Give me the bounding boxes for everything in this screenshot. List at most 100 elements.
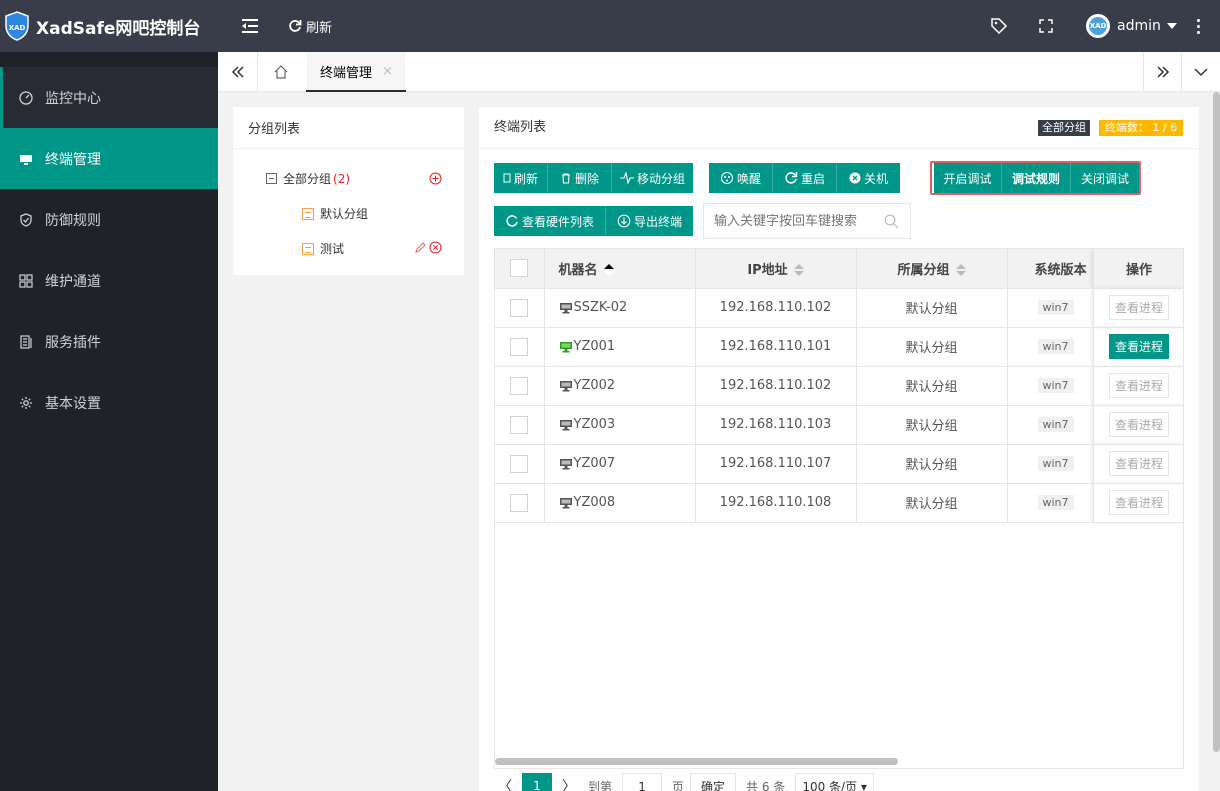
tag-icon[interactable] xyxy=(990,17,1008,35)
table-row[interactable]: YZ008 192.168.110.108 默认分组 win7 查看进程 xyxy=(495,483,1183,523)
cell-ip: 192.168.110.102 xyxy=(695,366,857,406)
shutdown-button[interactable]: 关机 xyxy=(837,163,900,193)
cell-ip: 192.168.110.107 xyxy=(695,444,857,484)
search-input[interactable] xyxy=(714,213,884,229)
double-chevron-right-icon xyxy=(1156,66,1169,78)
next-page-button[interactable]: 〉 xyxy=(558,776,580,791)
tree-node-default[interactable]: 默认分组 xyxy=(302,205,368,222)
horizontal-scrollbar[interactable] xyxy=(495,758,898,765)
restart-icon xyxy=(785,172,798,184)
terminal-table: 机器名 IP地址 所属分组 系统版本 操作 SSZK-02 192.168.110… xyxy=(494,248,1184,769)
search-icon[interactable] xyxy=(884,214,899,229)
more-vertical-icon[interactable] xyxy=(1197,19,1201,35)
tabs-scroll-left-button[interactable] xyxy=(218,52,258,92)
wake-button[interactable]: 唤醒 xyxy=(709,163,773,193)
cell-ip: 192.168.110.103 xyxy=(695,405,857,445)
cell-os: win7 xyxy=(1007,288,1094,328)
delete-button[interactable]: 删除 xyxy=(548,163,612,193)
prev-page-button[interactable]: 〈 xyxy=(494,776,516,791)
cell-group: 默认分组 xyxy=(856,483,1008,523)
tab-terminal-management[interactable]: 终端管理 × xyxy=(306,52,406,92)
close-icon[interactable]: × xyxy=(382,64,393,79)
view-process-button[interactable]: 查看进程 xyxy=(1108,451,1169,476)
cell-ip: 192.168.110.101 xyxy=(695,327,857,367)
enable-debug-button[interactable]: 开启调试 xyxy=(934,163,1002,193)
col-header-name[interactable]: 机器名 xyxy=(544,249,696,289)
sidebar: 监控中心 终端管理 防御规则 维护通道 服务插件 基本设置 xyxy=(0,52,218,791)
app-title: XadSafe网吧控制台 xyxy=(36,18,201,39)
cell-os: win7 xyxy=(1007,327,1094,367)
row-checkbox[interactable] xyxy=(510,493,529,512)
home-tab[interactable] xyxy=(261,52,301,92)
sidebar-item-terminal[interactable]: 终端管理 xyxy=(0,128,218,189)
row-checkbox[interactable] xyxy=(510,376,529,395)
tabs-menu-button[interactable] xyxy=(1181,52,1220,92)
cell-name: YZ007 xyxy=(544,444,696,484)
table-row[interactable]: YZ002 192.168.110.102 默认分组 win7 查看进程 xyxy=(495,366,1183,406)
sidebar-item-settings[interactable]: 基本设置 xyxy=(0,372,218,433)
tree-node-all[interactable]: 全部分组 (2) xyxy=(266,170,350,187)
row-checkbox[interactable] xyxy=(510,337,529,356)
cell-os: win7 xyxy=(1007,366,1094,406)
col-header-group[interactable]: 所属分组 xyxy=(856,249,1008,289)
cell-ip: 192.168.110.102 xyxy=(695,288,857,328)
vertical-scrollbar[interactable] xyxy=(1213,92,1220,752)
collapse-icon[interactable] xyxy=(266,173,277,184)
row-checkbox[interactable] xyxy=(510,298,529,317)
view-process-button[interactable]: 查看进程 xyxy=(1108,373,1169,398)
table-row[interactable]: YZ007 192.168.110.107 默认分组 win7 查看进程 xyxy=(495,444,1183,484)
disable-debug-button[interactable]: 关闭调试 xyxy=(1071,163,1139,193)
debug-rules-button[interactable]: 调试规则 xyxy=(1002,163,1071,193)
row-checkbox[interactable] xyxy=(510,454,529,473)
pc-online-icon xyxy=(559,341,572,352)
view-hardware-button[interactable]: 查看硬件列表 xyxy=(494,206,606,236)
pc-offline-icon xyxy=(559,380,572,391)
sort-icon[interactable] xyxy=(603,264,614,277)
cell-os: win7 xyxy=(1007,444,1094,484)
refresh-icon xyxy=(289,20,302,32)
table-row[interactable]: SSZK-02 192.168.110.102 默认分组 win7 查看进程 xyxy=(495,288,1183,328)
user-menu[interactable]: XAD admin xyxy=(1086,14,1177,38)
collapse-menu-icon[interactable] xyxy=(240,16,260,36)
table-row[interactable]: YZ001 192.168.110.101 默认分组 win7 查看进程 xyxy=(495,327,1183,367)
sidebar-item-maintenance[interactable]: 维护通道 xyxy=(0,250,218,311)
tree-node-test[interactable]: 测试 xyxy=(302,240,344,257)
sidebar-item-plugins[interactable]: 服务插件 xyxy=(0,311,218,372)
toolbar-manage: 刷新 删除 移动分组 xyxy=(494,163,693,193)
export-terminal-button[interactable]: 导出终端 xyxy=(606,206,693,236)
confirm-page-button[interactable]: 确定 xyxy=(690,773,737,791)
view-process-button[interactable]: 查看进程 xyxy=(1108,490,1169,515)
col-header-os[interactable]: 系统版本 xyxy=(1007,249,1094,289)
monitor-icon xyxy=(20,154,32,165)
page-size-select[interactable]: 100 条/页 ▾ xyxy=(795,773,874,791)
header-refresh-button[interactable]: 刷新 xyxy=(288,14,332,38)
view-process-button[interactable]: 查看进程 xyxy=(1108,295,1169,320)
refresh-icon xyxy=(506,215,518,227)
debug-toolbar-highlight: 开启调试 调试规则 关闭调试 xyxy=(930,161,1141,195)
cell-os: win7 xyxy=(1007,405,1094,445)
move-group-button[interactable]: 移动分组 xyxy=(612,163,693,193)
col-header-ip[interactable]: IP地址 xyxy=(695,249,857,289)
view-process-button[interactable]: 查看进程 xyxy=(1108,412,1169,437)
sidebar-item-monitor[interactable]: 监控中心 xyxy=(0,67,218,128)
restart-button[interactable]: 重启 xyxy=(773,163,837,193)
row-checkbox[interactable] xyxy=(510,415,529,434)
goto-page-input[interactable]: 1 xyxy=(622,773,663,791)
tabs-scroll-right-button[interactable] xyxy=(1143,52,1181,92)
select-all-checkbox[interactable] xyxy=(510,259,529,278)
delete-group-icon[interactable] xyxy=(429,241,442,254)
edit-icon[interactable] xyxy=(414,242,426,254)
col-header-action: 操作 xyxy=(1093,249,1183,289)
sidebar-item-defense[interactable]: 防御规则 xyxy=(0,189,218,250)
pc-offline-icon xyxy=(559,302,572,313)
pagination: 〈 1 〉 到第 1 页 确定 共 6 条 100 条/页 ▾ xyxy=(494,772,874,791)
add-group-icon[interactable] xyxy=(429,172,442,185)
sort-icon[interactable] xyxy=(793,264,804,277)
gear-icon xyxy=(20,396,32,409)
refresh-button[interactable]: 刷新 xyxy=(494,163,548,193)
current-page[interactable]: 1 xyxy=(522,773,552,791)
table-row[interactable]: YZ003 192.168.110.103 默认分组 win7 查看进程 xyxy=(495,405,1183,445)
fullscreen-icon[interactable] xyxy=(1037,17,1055,35)
view-process-button[interactable]: 查看进程 xyxy=(1108,334,1169,359)
sort-icon[interactable] xyxy=(955,264,966,277)
